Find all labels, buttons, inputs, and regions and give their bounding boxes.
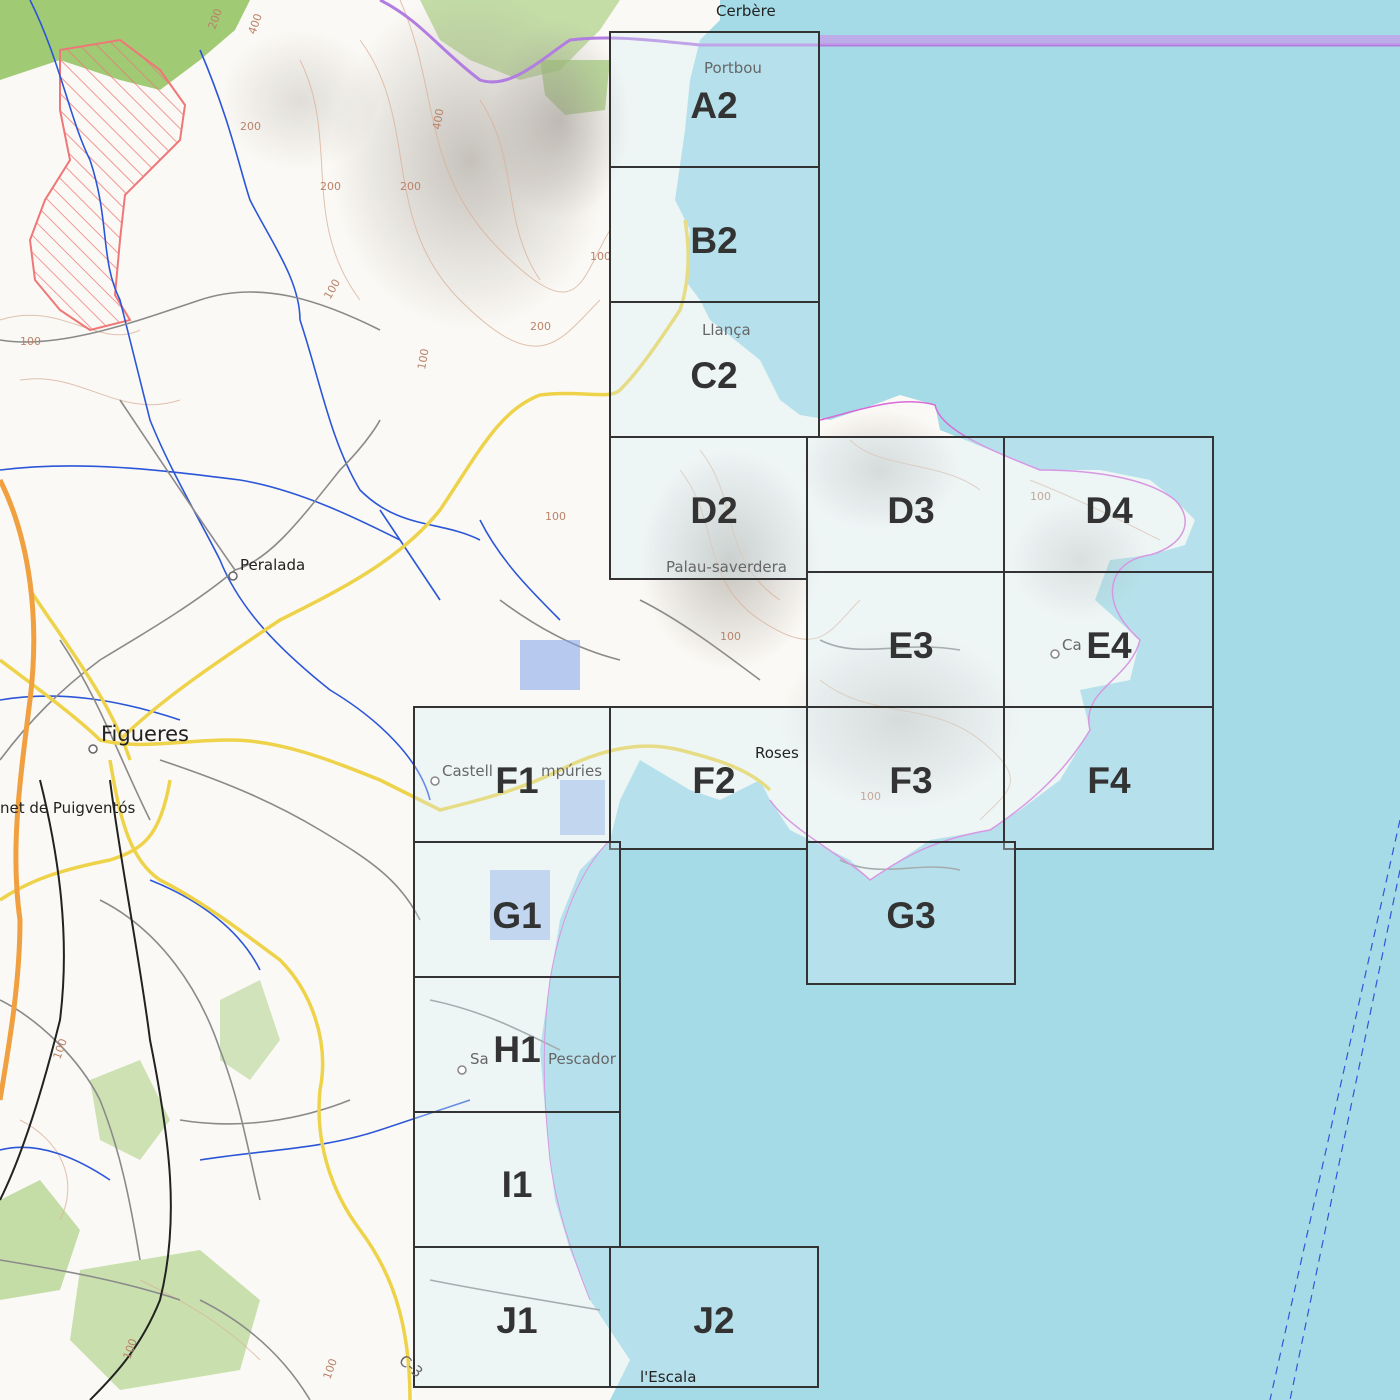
svg-text:mpúries: mpúries bbox=[541, 762, 602, 780]
svg-text:F1: F1 bbox=[495, 760, 538, 801]
tile-E3[interactable]: E3 bbox=[806, 571, 1005, 708]
svg-text:D3: D3 bbox=[887, 490, 934, 531]
svg-text:100: 100 bbox=[20, 335, 41, 348]
tile-F4[interactable]: F4 bbox=[1003, 706, 1214, 850]
svg-text:G3: G3 bbox=[886, 895, 935, 936]
tile-J2[interactable]: J2 bbox=[609, 1246, 819, 1388]
svg-text:200: 200 bbox=[320, 180, 341, 193]
svg-text:200: 200 bbox=[530, 320, 551, 333]
svg-text:F4: F4 bbox=[1087, 760, 1131, 801]
svg-text:Sa: Sa bbox=[470, 1050, 489, 1068]
tile-I1[interactable]: I1 bbox=[413, 1111, 621, 1248]
svg-text:Castell: Castell bbox=[442, 762, 493, 780]
svg-text:Figueres: Figueres bbox=[101, 722, 189, 746]
svg-text:Ca: Ca bbox=[1062, 636, 1082, 654]
svg-text:F2: F2 bbox=[692, 760, 735, 801]
tile-J1[interactable]: J1 bbox=[413, 1246, 611, 1388]
svg-text:H1: H1 bbox=[493, 1029, 540, 1070]
tile-B2[interactable]: B2 bbox=[609, 166, 820, 303]
tile-D3[interactable]: D3 bbox=[806, 436, 1005, 573]
svg-text:100: 100 bbox=[545, 510, 566, 523]
place-palau-saverdera: Palau-saverdera bbox=[666, 558, 787, 576]
svg-text:J2: J2 bbox=[693, 1300, 734, 1341]
place-llanca: Llança bbox=[702, 321, 751, 339]
svg-text:E3: E3 bbox=[888, 625, 933, 666]
svg-text:I1: I1 bbox=[502, 1164, 533, 1205]
svg-text:E4: E4 bbox=[1086, 625, 1132, 666]
svg-text:200: 200 bbox=[400, 180, 421, 193]
svg-text:D2: D2 bbox=[690, 490, 737, 531]
svg-text:100: 100 bbox=[590, 250, 611, 263]
svg-text:Pescador: Pescador bbox=[548, 1050, 617, 1068]
svg-text:D4: D4 bbox=[1085, 490, 1133, 531]
tile-G1[interactable]: G1 bbox=[413, 841, 621, 978]
svg-text:F3: F3 bbox=[889, 760, 932, 801]
tile-H1[interactable]: H1 bbox=[413, 976, 621, 1113]
svg-text:G1: G1 bbox=[492, 895, 541, 936]
svg-text:100: 100 bbox=[720, 630, 741, 643]
svg-text:Peralada: Peralada bbox=[240, 556, 305, 574]
tile-D4[interactable]: D4 bbox=[1003, 436, 1214, 573]
tile-G3[interactable]: G3 bbox=[806, 841, 1016, 985]
tile-F2[interactable]: F2 bbox=[609, 706, 808, 850]
svg-text:C2: C2 bbox=[690, 355, 737, 396]
tile-A2[interactable]: A2 bbox=[609, 31, 820, 168]
svg-text:J1: J1 bbox=[496, 1300, 537, 1341]
svg-text:200: 200 bbox=[240, 120, 261, 133]
topographic-map[interactable]: 200 400 400 200 200 200 100 100 100 100 … bbox=[0, 0, 1400, 1400]
place-lescala: l'Escala bbox=[640, 1368, 696, 1386]
svg-text:B2: B2 bbox=[690, 220, 737, 261]
place-portbou: Portbou bbox=[704, 59, 762, 77]
place-roses: Roses bbox=[755, 744, 799, 762]
tile-E4[interactable]: E4 bbox=[1003, 571, 1214, 708]
svg-text:A2: A2 bbox=[690, 85, 737, 126]
place-cerbere: Cerbère bbox=[716, 2, 776, 20]
place-puigventos: net de Puigventós bbox=[0, 799, 136, 817]
tile-F3[interactable]: F3 bbox=[806, 706, 1005, 843]
